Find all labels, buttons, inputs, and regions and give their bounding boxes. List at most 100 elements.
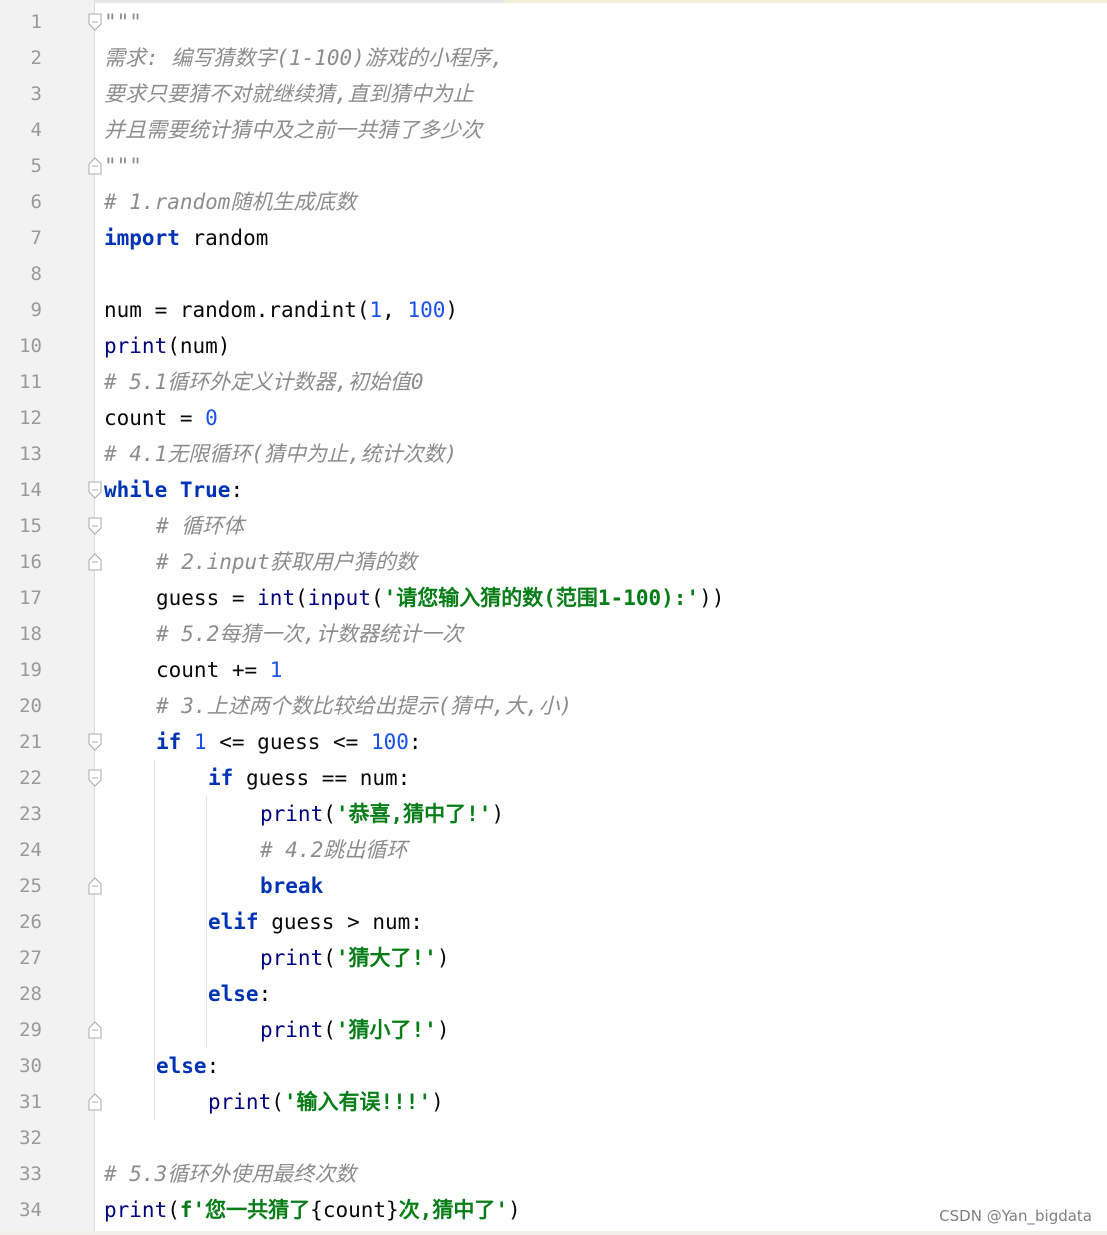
code-token: ) bbox=[431, 1090, 444, 1114]
code-line[interactable]: # 4.2跳出循环 bbox=[260, 832, 407, 868]
code-token: ) bbox=[507, 1198, 521, 1222]
code-line[interactable]: if guess == num: bbox=[208, 760, 410, 796]
line-number: 12 bbox=[19, 407, 42, 429]
code-line[interactable]: 要求只要猜不对就继续猜,直到猜中为止 bbox=[104, 76, 474, 112]
fold-collapse-icon[interactable] bbox=[88, 517, 102, 535]
code-line[interactable]: print('恭喜,猜中了!') bbox=[260, 796, 504, 832]
code-token: # 5.1循环外定义计数器,初始值0 bbox=[104, 370, 424, 394]
line-number: 6 bbox=[30, 191, 42, 213]
line-number: 8 bbox=[30, 263, 42, 285]
code-line[interactable]: 需求: 编写猜数字(1-100)游戏的小程序, bbox=[104, 40, 503, 76]
code-line[interactable]: else: bbox=[156, 1048, 219, 1084]
code-token: print bbox=[104, 334, 168, 358]
code-token: , bbox=[382, 298, 408, 322]
code-line[interactable]: num = random.randint(1, 100) bbox=[104, 292, 458, 328]
code-line[interactable]: # 4.1无限循环(猜中为止,统计次数) bbox=[104, 436, 457, 472]
code-line[interactable]: print('猜小了!') bbox=[260, 1012, 449, 1048]
fold-end-icon[interactable] bbox=[88, 157, 102, 175]
watermark: CSDN @Yan_bigdata bbox=[939, 1207, 1092, 1225]
line-number: 30 bbox=[19, 1055, 42, 1077]
code-token: )) bbox=[699, 586, 725, 610]
code-line[interactable]: # 循环体 bbox=[156, 508, 244, 544]
code-token: print bbox=[104, 1198, 168, 1222]
fold-end-icon[interactable] bbox=[88, 1093, 102, 1111]
code-line[interactable]: print(num) bbox=[104, 328, 230, 364]
code-token: <= guess <= bbox=[206, 730, 371, 754]
code-token: {count} bbox=[310, 1198, 399, 1222]
fold-collapse-icon[interactable] bbox=[88, 733, 102, 751]
code-token: import bbox=[104, 226, 180, 250]
code-line[interactable]: else: bbox=[208, 976, 271, 1012]
editor-top-accent bbox=[505, 0, 1107, 3]
code-token: ( bbox=[295, 586, 308, 610]
code-line[interactable]: if 1 <= guess <= 100: bbox=[156, 724, 422, 760]
fold-end-icon[interactable] bbox=[88, 553, 102, 571]
line-number: 4 bbox=[30, 119, 42, 141]
fold-end-icon[interactable] bbox=[88, 877, 102, 895]
code-token: # 2.input获取用户猜的数 bbox=[156, 550, 417, 574]
line-number: 19 bbox=[19, 659, 42, 681]
code-token: if bbox=[208, 766, 234, 790]
code-line[interactable]: """ bbox=[104, 148, 142, 184]
code-token: # 4.1无限循环(猜中为止,统计次数) bbox=[104, 442, 458, 466]
code-token: while bbox=[104, 478, 168, 502]
code-token: True bbox=[179, 478, 231, 502]
fold-end-icon[interactable] bbox=[88, 1021, 102, 1039]
code-token: 100 bbox=[370, 730, 409, 754]
code-line[interactable]: # 5.2每猜一次,计数器统计一次 bbox=[156, 616, 463, 652]
code-token: random bbox=[179, 226, 269, 250]
code-line[interactable]: # 1.random随机生成底数 bbox=[104, 184, 356, 220]
code-token: else bbox=[156, 1054, 207, 1078]
code-line[interactable]: # 5.3循环外使用最终次数 bbox=[104, 1156, 356, 1192]
line-number: 27 bbox=[19, 947, 42, 969]
code-token: ( bbox=[323, 1018, 336, 1042]
code-token: print bbox=[260, 802, 324, 826]
line-number: 16 bbox=[19, 551, 42, 573]
code-token: print bbox=[260, 946, 324, 970]
code-token: # 5.3循环外使用最终次数 bbox=[104, 1162, 357, 1186]
code-line[interactable]: break bbox=[260, 868, 323, 904]
code-line[interactable]: while True: bbox=[104, 472, 243, 508]
line-number: 17 bbox=[19, 587, 42, 609]
line-number: 28 bbox=[19, 983, 42, 1005]
line-number: 18 bbox=[19, 623, 42, 645]
code-line[interactable]: """ bbox=[104, 4, 142, 40]
code-token: (num) bbox=[167, 334, 231, 358]
code-line[interactable]: 并且需要统计猜中及之前一共猜了多少次 bbox=[104, 112, 482, 148]
code-token: 要求只要猜不对就继续猜,直到猜中为止 bbox=[104, 82, 474, 106]
code-token: '恭喜,猜中了!' bbox=[335, 802, 492, 826]
code-token: : bbox=[230, 478, 244, 502]
code-editor[interactable]: """ 需求: 编写猜数字(1-100)游戏的小程序, 要求只要猜不对就继续猜,直到… bbox=[0, 0, 1107, 1235]
line-number: 13 bbox=[19, 443, 42, 465]
code-token: guess == num: bbox=[233, 766, 411, 790]
fold-collapse-icon[interactable] bbox=[88, 769, 102, 787]
code-token: 并且需要统计猜中及之前一共猜了多少次 bbox=[104, 118, 482, 142]
code-token: ( bbox=[167, 1198, 180, 1222]
indent-guide bbox=[206, 796, 207, 1048]
code-line[interactable]: print('输入有误!!!') bbox=[208, 1084, 444, 1120]
code-line[interactable]: count += 1 bbox=[156, 652, 282, 688]
line-number: 3 bbox=[30, 83, 42, 105]
code-line[interactable]: import random bbox=[104, 220, 268, 256]
code-token: print bbox=[208, 1090, 272, 1114]
code-line[interactable]: print('猜大了!') bbox=[260, 940, 449, 976]
line-number: 22 bbox=[19, 767, 42, 789]
code-token: guess = bbox=[156, 586, 258, 610]
code-line[interactable]: elif guess > num: bbox=[208, 904, 423, 940]
code-token: input bbox=[307, 586, 371, 610]
code-line[interactable]: # 2.input获取用户猜的数 bbox=[156, 544, 417, 580]
code-line[interactable]: # 5.1循环外定义计数器,初始值0 bbox=[104, 364, 424, 400]
fold-collapse-icon[interactable] bbox=[88, 13, 102, 31]
code-line[interactable]: # 3.上述两个数比较给出提示(猜中,大,小) bbox=[156, 688, 572, 724]
fold-collapse-icon[interactable] bbox=[88, 481, 102, 499]
line-number: 14 bbox=[19, 479, 42, 501]
code-token: ( bbox=[323, 802, 336, 826]
line-number: 25 bbox=[19, 875, 42, 897]
code-token: ) bbox=[445, 298, 459, 322]
editor-bottom-border bbox=[0, 1231, 1107, 1235]
code-line[interactable]: print(f'您一共猜了{count}次,猜中了') bbox=[104, 1192, 521, 1228]
code-line[interactable]: count = 0 bbox=[104, 400, 218, 436]
code-line[interactable]: guess = int(input('请您输入猜的数(范围1-100):')) bbox=[156, 580, 724, 616]
